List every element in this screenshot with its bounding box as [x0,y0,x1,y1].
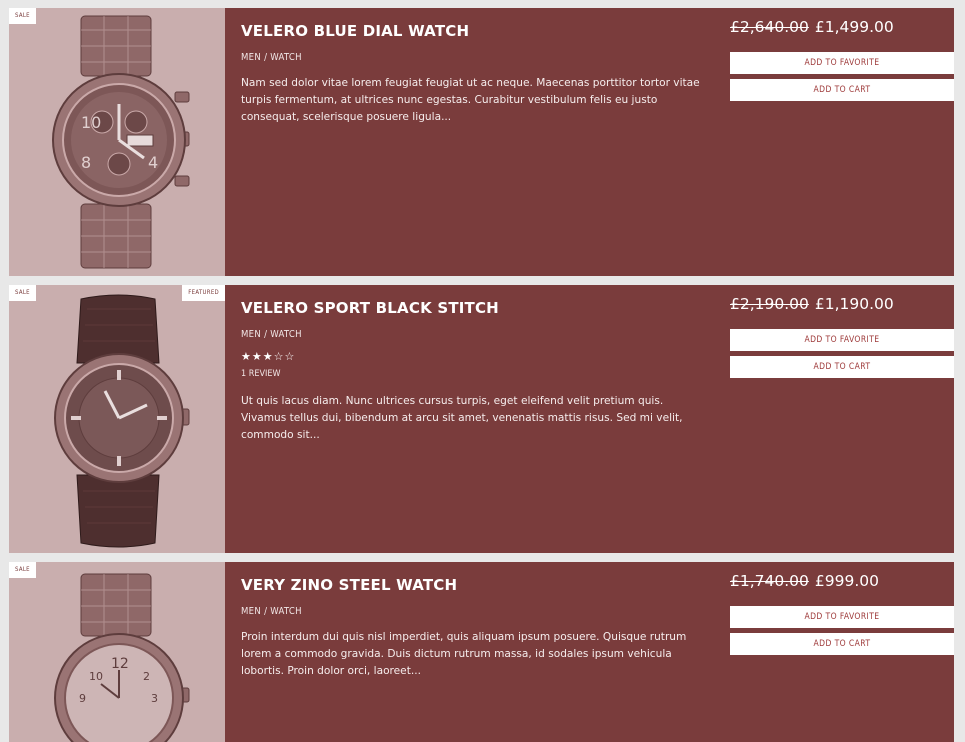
product-image[interactable]: SALE FEATURED [9,285,225,553]
product-title[interactable]: VELERO BLUE DIAL WATCH [241,22,701,40]
svg-text:3: 3 [151,692,158,705]
sale-price: £1,190.00 [814,295,894,313]
product-image[interactable]: SALE 12 10 2 9 3 [9,562,225,742]
product-title[interactable]: VELERO SPORT BLACK STITCH [241,299,701,317]
svg-text:10: 10 [89,670,103,683]
product-list: SALE 10 8 4 VELERO BLUE DIAL WATCH MEN /… [0,0,965,742]
price-block: £1,740.00 £999.00 [730,572,954,590]
add-to-cart-button[interactable]: ADD TO CART [730,633,954,655]
product-info: VERY ZINO STEEL WATCH MEN / WATCH Proin … [225,562,954,742]
svg-text:12: 12 [111,656,129,672]
price-actions: £2,640.00 £1,499.00 ADD TO FAVORITE ADD T… [730,8,954,106]
old-price: £2,640.00 [730,18,809,36]
svg-text:2: 2 [143,670,150,683]
product-title[interactable]: VERY ZINO STEEL WATCH [241,576,701,594]
add-to-cart-button[interactable]: ADD TO CART [730,356,954,378]
old-price: £1,740.00 [730,572,809,590]
add-to-favorite-button[interactable]: ADD TO FAVORITE [730,52,954,74]
product-card: SALE FEATURED VELERO SPORT BLACK STITCH … [9,285,954,553]
price-actions: £1,740.00 £999.00 ADD TO FAVORITE ADD TO … [730,562,954,660]
product-card: SALE 10 8 4 VELERO BLUE DIAL WATCH MEN /… [9,8,954,276]
svg-text:4: 4 [148,153,158,172]
steel-watch-icon: 12 10 2 9 3 [54,573,190,742]
chronograph-watch-icon: 10 8 4 [52,15,190,269]
price-actions: £2,190.00 £1,190.00 ADD TO FAVORITE ADD T… [730,285,954,383]
price-block: £2,190.00 £1,190.00 [730,295,954,313]
sale-price: £1,499.00 [814,18,894,36]
product-card: SALE 12 10 2 9 3 VERY ZINO STEEL WATCH M… [9,562,954,742]
sale-price: £999.00 [814,572,879,590]
price-block: £2,640.00 £1,499.00 [730,18,954,36]
leather-watch-icon [54,294,190,548]
product-image[interactable]: SALE 10 8 4 [9,8,225,276]
add-to-favorite-button[interactable]: ADD TO FAVORITE [730,329,954,351]
svg-text:8: 8 [81,153,91,172]
add-to-favorite-button[interactable]: ADD TO FAVORITE [730,606,954,628]
product-info: VELERO BLUE DIAL WATCH MEN / WATCH Nam s… [225,8,954,276]
product-info: VELERO SPORT BLACK STITCH MEN / WATCH ★★… [225,285,954,553]
svg-text:10: 10 [81,113,101,132]
svg-text:9: 9 [79,692,86,705]
product-description: Proin interdum dui quis nisl imperdiet, … [241,631,687,677]
product-description: Ut quis lacus diam. Nunc ultrices cursus… [241,395,683,441]
add-to-cart-button[interactable]: ADD TO CART [730,79,954,101]
old-price: £2,190.00 [730,295,809,313]
product-description: Nam sed dolor vitae lorem feugiat feugia… [241,77,700,123]
